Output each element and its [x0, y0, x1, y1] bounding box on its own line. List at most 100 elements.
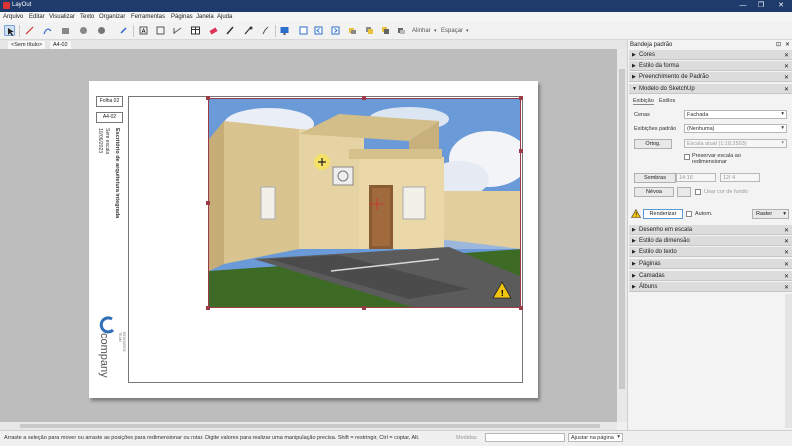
paper-size-tab[interactable]: A4-02	[50, 40, 71, 49]
section-estilo-do-texto[interactable]: ▶ Estilo do texto ✕	[629, 247, 792, 257]
preservar-escala-checkbox[interactable]	[684, 154, 690, 160]
previous-page-icon[interactable]	[313, 25, 324, 36]
measures-input[interactable]	[485, 433, 565, 442]
style-tool-icon[interactable]	[225, 25, 236, 36]
status-hint-text: Arraste a seleção para mover ou arraste …	[4, 435, 420, 441]
section-albuns[interactable]: ▶ Álbuns ✕	[629, 282, 792, 292]
project-title-text[interactable]: Escritório de arquitetura integrada	[114, 128, 120, 238]
resize-handle[interactable]	[519, 96, 523, 100]
offset-tool-icon[interactable]	[118, 25, 129, 36]
select-tool-icon[interactable]	[4, 25, 15, 36]
subtab-estilos[interactable]: Estilos	[659, 98, 675, 104]
section-paginas[interactable]: ▶ Páginas ✕	[629, 259, 792, 269]
send-backward-icon[interactable]	[380, 25, 391, 36]
menu-arquivo[interactable]: Arquivo	[3, 14, 23, 20]
chevron-down-icon: ▾	[781, 140, 784, 146]
tray-close-icon[interactable]: ✕	[785, 41, 790, 48]
ortog-button[interactable]: Ortog.	[634, 139, 672, 149]
alinhar-chevron-icon[interactable]: ▾	[434, 28, 437, 34]
menu-editar[interactable]: Editar	[29, 14, 45, 20]
nevoa-button[interactable]: Névoa	[634, 187, 674, 197]
section-modelo-do-sketchup[interactable]: ▼ Modelo do SketchUp ✕	[629, 84, 792, 94]
text-tool-icon[interactable]: A	[138, 25, 149, 36]
join-tool-icon[interactable]	[260, 25, 271, 36]
minimize-button[interactable]: —	[736, 1, 750, 11]
subtab-exibicao[interactable]: Exibição	[633, 98, 654, 105]
menu-paginas[interactable]: Páginas	[171, 14, 193, 20]
bring-to-front-icon[interactable]	[347, 25, 358, 36]
add-page-icon[interactable]	[298, 25, 309, 36]
polygon-tool-icon[interactable]	[96, 25, 107, 36]
send-to-back-icon[interactable]	[396, 25, 407, 36]
menu-visualizar[interactable]: Visualizar	[49, 14, 75, 20]
dimension-tool-icon[interactable]	[172, 25, 183, 36]
resize-handle[interactable]	[206, 306, 210, 310]
horizontal-scrollbar[interactable]	[0, 422, 617, 430]
circle-tool-icon[interactable]	[78, 25, 89, 36]
maximize-button[interactable]: ❐	[754, 1, 768, 11]
cenas-label: Cenas	[634, 112, 650, 118]
page-number-box[interactable]: Folha 02	[96, 96, 123, 107]
tray-scrollbar[interactable]	[785, 294, 792, 428]
date-info-text[interactable]: 10/06/2023	[97, 128, 103, 168]
espacar-dropdown[interactable]: Espaçar	[441, 28, 463, 34]
section-estilo-da-forma[interactable]: ▶ Estilo da forma ✕	[629, 61, 792, 71]
horizontal-scroll-thumb[interactable]	[20, 424, 600, 428]
shadow-time-input[interactable]: 14:16	[676, 173, 716, 182]
next-page-icon[interactable]	[330, 25, 341, 36]
section-desenho-em-escala[interactable]: ▶ Desenho em escala ✕	[629, 225, 792, 235]
resize-handle[interactable]	[362, 306, 366, 310]
autom-checkbox[interactable]	[686, 211, 692, 217]
espacar-chevron-icon[interactable]: ▾	[466, 28, 469, 34]
sketchup-model-viewport[interactable]: !	[208, 98, 521, 308]
toolbar-separator	[133, 25, 134, 37]
menu-texto[interactable]: Texto	[80, 14, 94, 20]
menu-ajuda[interactable]: Ajuda	[217, 14, 232, 20]
fog-color-swatch[interactable]	[677, 187, 691, 197]
resize-handle[interactable]	[362, 96, 366, 100]
menu-organizar[interactable]: Organizar	[99, 14, 125, 20]
eraser-tool-icon[interactable]	[208, 25, 219, 36]
split-tool-icon[interactable]	[243, 25, 254, 36]
close-button[interactable]: ✕	[774, 1, 788, 11]
expand-arrow-icon: ▶	[632, 272, 636, 279]
menu-janela[interactable]: Janela	[196, 14, 214, 20]
shadow-date-input[interactable]: 12/ 4	[720, 173, 760, 182]
cenas-select[interactable]: Fachada ▾	[684, 110, 787, 119]
resize-handle[interactable]	[519, 306, 523, 310]
line-tool-icon[interactable]	[24, 25, 35, 36]
paper-size-box[interactable]: A4-02	[96, 112, 123, 123]
tray-pin-icon[interactable]: ⊡	[776, 41, 781, 48]
alinhar-dropdown[interactable]: Alinhar	[412, 28, 431, 34]
renderizar-button[interactable]: Renderizar	[643, 209, 683, 219]
document-tab[interactable]: <Sem título>	[8, 40, 46, 49]
resize-handle[interactable]	[519, 149, 523, 153]
zoom-chevron-icon: ▾	[617, 434, 620, 440]
layout-app-icon	[3, 2, 10, 9]
section-estilo-da-dimensao[interactable]: ▶ Estilo da dimensão ✕	[629, 236, 792, 246]
sombras-button[interactable]: Sombras	[634, 173, 676, 183]
escala-select[interactable]: Escala atual (1:18,2503) ▾	[684, 139, 787, 148]
section-camadas[interactable]: ▶ Camadas ✕	[629, 271, 792, 281]
menu-ferramentas[interactable]: Ferramentas	[131, 14, 165, 20]
presentation-icon[interactable]	[279, 25, 290, 36]
section-close-icon: ✕	[783, 273, 789, 280]
scale-info-text[interactable]: Sem escala	[104, 128, 110, 168]
tray-header: Bandeja padrão ⊡ ✕	[628, 40, 792, 49]
vertical-scroll-thumb[interactable]	[619, 69, 625, 389]
arc-tool-icon[interactable]	[42, 25, 53, 36]
vertical-scrollbar[interactable]	[617, 49, 627, 422]
resize-handle[interactable]	[206, 96, 210, 100]
zoom-select[interactable]: Ajustar na página ▾	[568, 433, 623, 442]
rectangle-tool-icon[interactable]	[60, 25, 71, 36]
label-tool-icon[interactable]	[155, 25, 166, 36]
section-preenchimento-de-padrao[interactable]: ▶ Preenchimento de Padrão ✕	[629, 72, 792, 82]
section-cores[interactable]: ▶ Cores ✕	[629, 50, 792, 60]
table-tool-icon[interactable]	[190, 25, 201, 36]
usar-cor-de-fundo-checkbox[interactable]	[695, 189, 701, 195]
exibicoes-select[interactable]: (Nenhuma) ▾	[684, 124, 787, 133]
resize-handle[interactable]	[206, 201, 210, 205]
render-mode-select[interactable]: Raster ▾	[752, 209, 789, 219]
bring-forward-icon[interactable]	[364, 25, 375, 36]
section-close-icon: ✕	[783, 86, 789, 93]
